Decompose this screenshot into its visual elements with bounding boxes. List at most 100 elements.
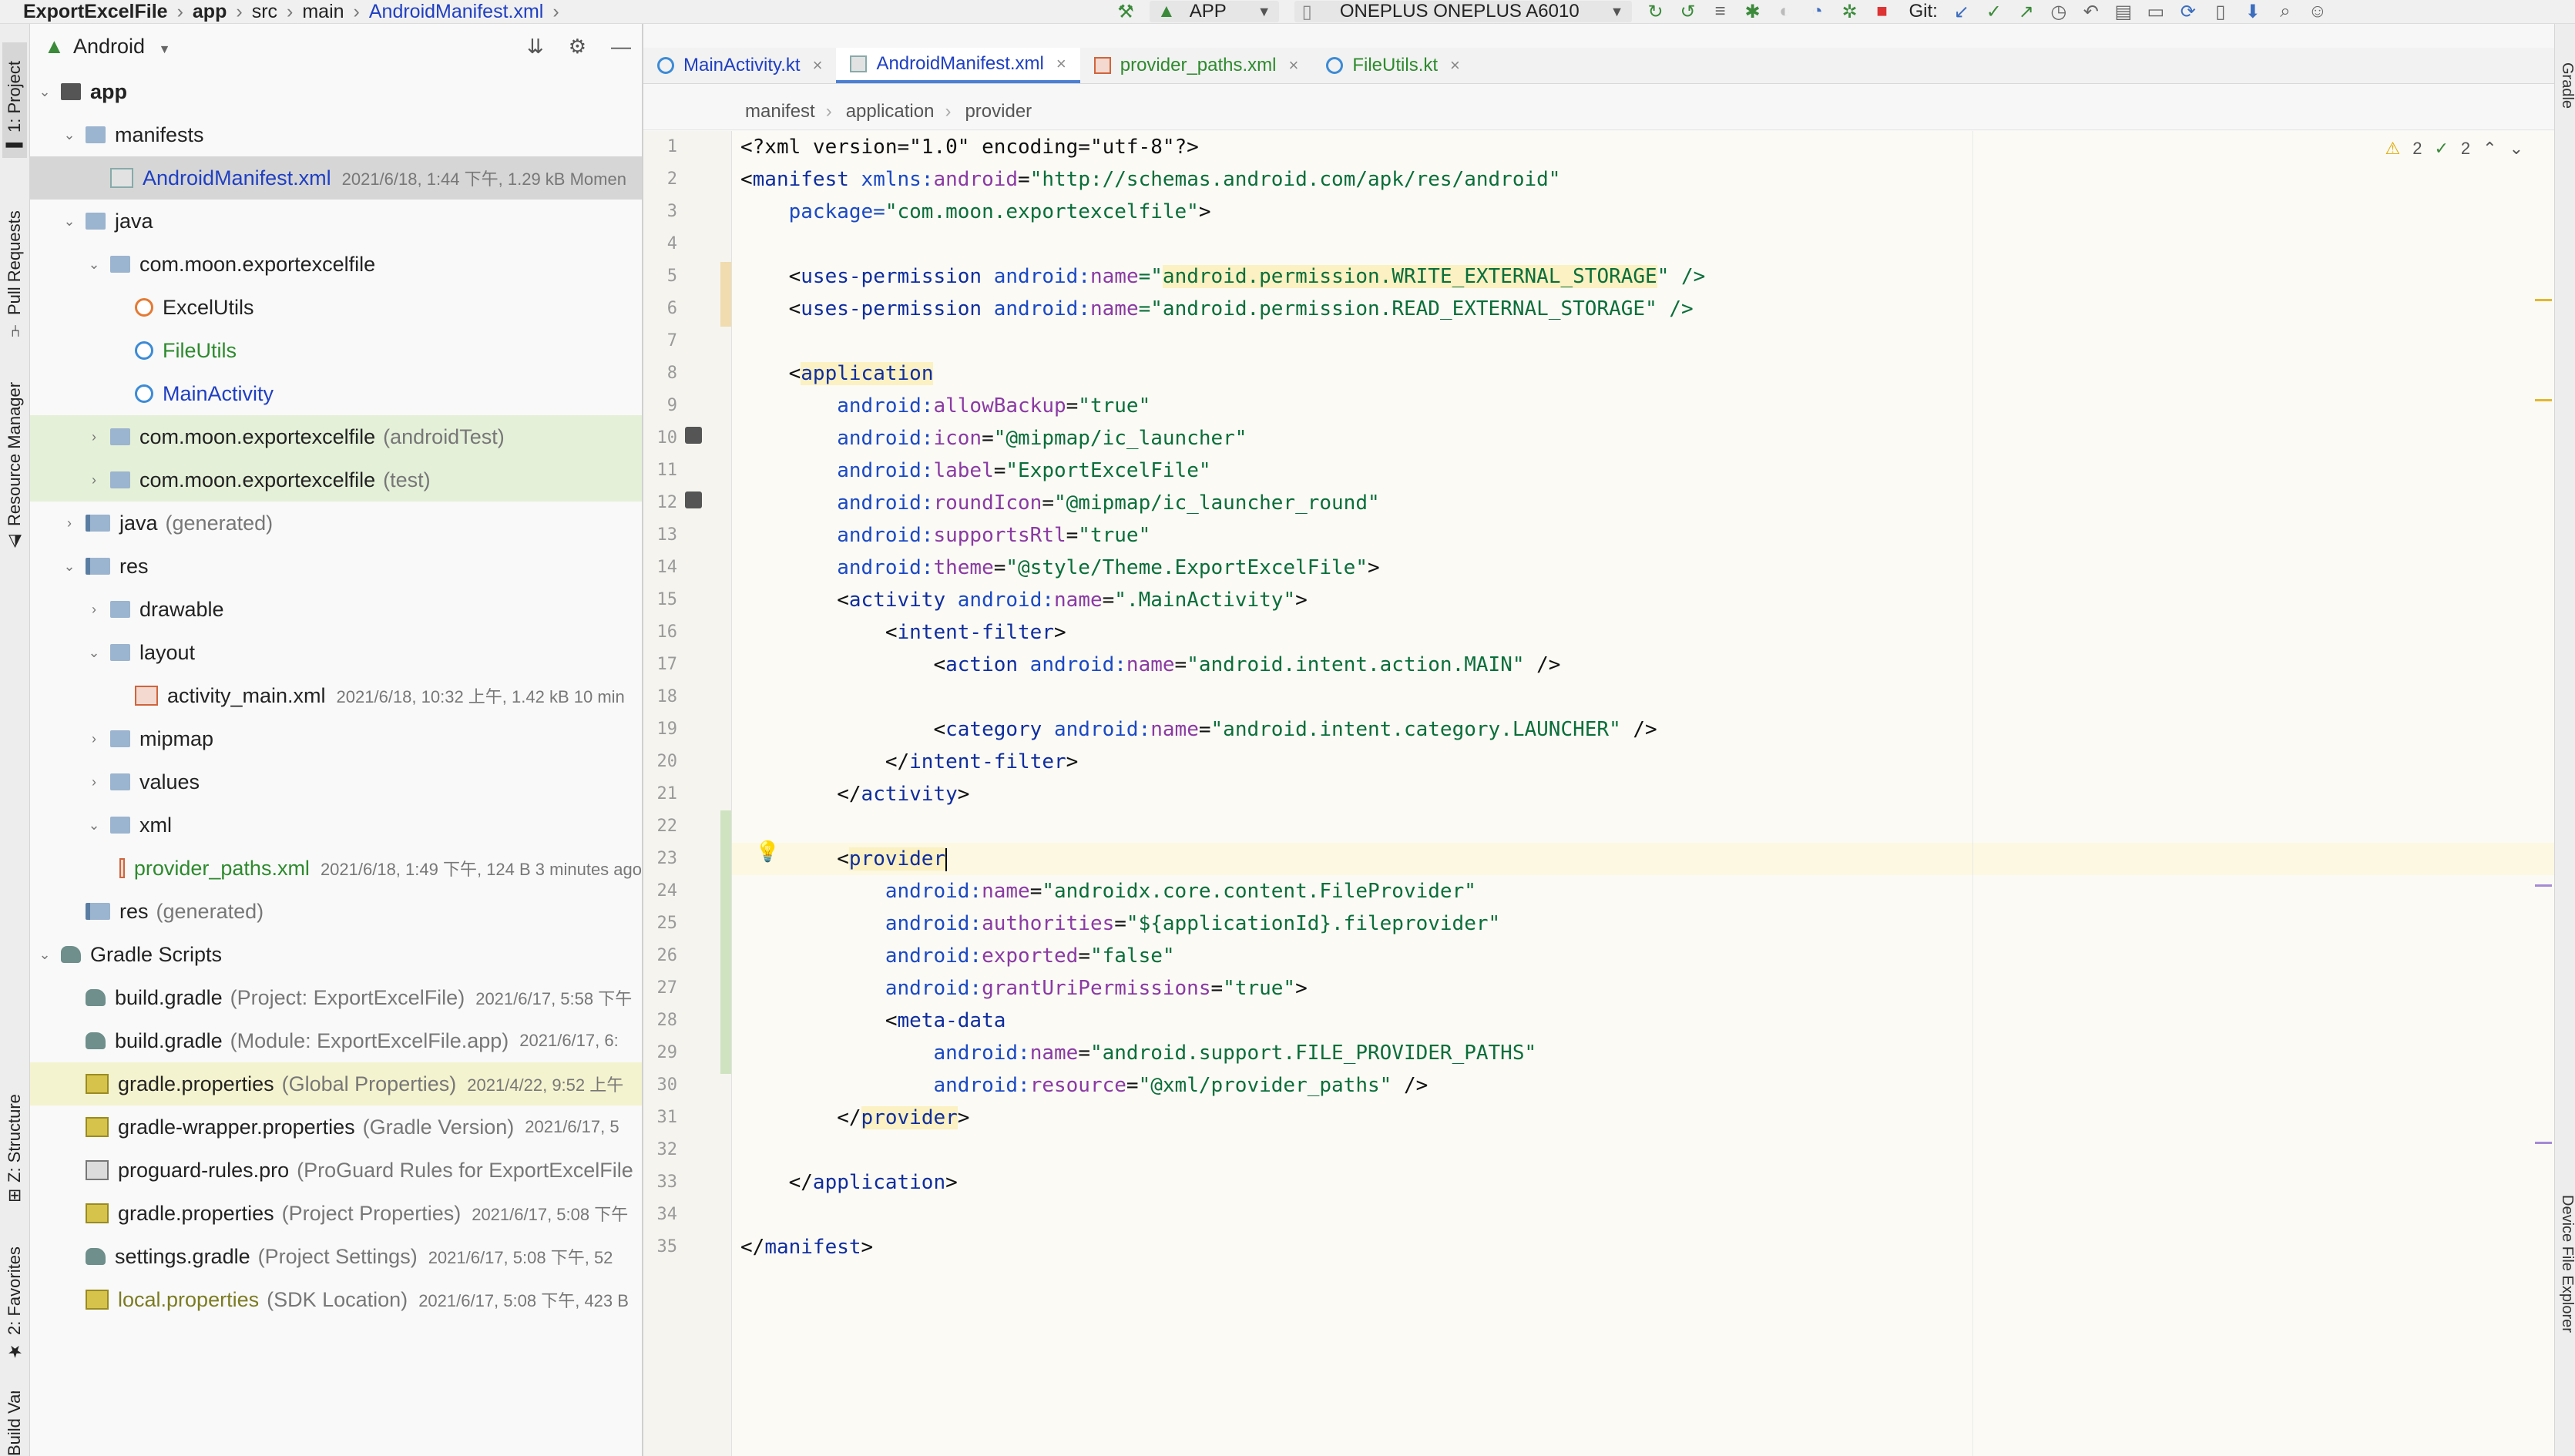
line-number[interactable]: 8 [643, 364, 677, 383]
search-icon[interactable]: ⌕ [2274, 1, 2297, 22]
chevron-down-icon[interactable]: ⌄ [2510, 139, 2523, 159]
tool-window-favorites[interactable]: ★ 2: Favorites [2, 1237, 27, 1360]
avatar[interactable]: ☺ [2306, 1, 2329, 22]
build-hammer-icon[interactable]: ⚒ [1114, 1, 1137, 22]
tree-node-gradle-wrapper[interactable]: gradle-wrapper.properties (Gradle Versio… [30, 1105, 642, 1149]
git-history-icon[interactable]: ◷ [2047, 1, 2070, 22]
line-number[interactable]: 24 [643, 881, 678, 901]
line-number[interactable]: 15 [643, 590, 678, 609]
expand-arrow-icon[interactable]: ⌄ [61, 559, 78, 575]
tree-node-layout[interactable]: ⌄ layout [30, 631, 642, 674]
line-number[interactable]: 11 [643, 461, 678, 480]
tree-node-local-properties[interactable]: local.properties (SDK Location) 2021/6/1… [30, 1278, 642, 1321]
git-rollback-icon[interactable]: ↶ [2080, 1, 2103, 22]
apply-code-changes-icon[interactable]: ≡ [1709, 1, 1732, 22]
tree-node-res-generated[interactable]: res (generated) [30, 890, 642, 933]
line-number[interactable]: 14 [643, 558, 678, 577]
tree-node-gradle-properties-global[interactable]: gradle.properties (Global Properties) 20… [30, 1062, 642, 1105]
tool-window-resource-manager[interactable]: ◭ Resource Manager [2, 371, 27, 552]
line-number[interactable]: 35 [643, 1237, 678, 1256]
tool-window-gradle[interactable]: Gradle [2555, 62, 2575, 155]
line-number[interactable]: 17 [643, 655, 678, 674]
expand-arrow-icon[interactable]: ⌄ [61, 213, 78, 230]
tree-node-xml[interactable]: ⌄ xml [30, 803, 642, 847]
line-number[interactable]: 26 [643, 946, 678, 965]
tree-node-excelutils[interactable]: ExcelUtils [30, 286, 642, 329]
breadcrumb-main[interactable]: main [302, 1, 344, 23]
tab-androidmanifest[interactable]: AndroidManifest.xml × [836, 48, 1080, 83]
warning-stripe-marker[interactable] [2535, 399, 2552, 401]
minimize-icon[interactable]: — [611, 35, 631, 59]
expand-arrow-icon[interactable]: ⌄ [61, 127, 78, 143]
line-number[interactable]: 4 [643, 234, 677, 253]
line-number[interactable]: 31 [643, 1108, 678, 1127]
device-select[interactable]: ▯ ONEPLUS ONEPLUS A6010 ▼ [1294, 1, 1632, 22]
breadcrumb-src[interactable]: src [252, 1, 277, 23]
chevron-up-icon[interactable]: ⌃ [2483, 139, 2496, 159]
tab-mainactivity[interactable]: MainActivity.kt × [643, 48, 836, 83]
tree-node-java-generated[interactable]: › java (generated) [30, 502, 642, 545]
breadcrumb-file[interactable]: AndroidManifest.xml [369, 1, 543, 23]
editor-crumb-application[interactable]: application [832, 101, 945, 122]
run-coverage-icon[interactable]: ◐ [1774, 1, 1797, 22]
expand-arrow-icon[interactable]: › [61, 515, 78, 532]
tool-window-build-variants[interactable]: Build Variants [2, 1391, 27, 1456]
device-manager-icon[interactable]: ▯ [2209, 1, 2232, 22]
project-structure-icon[interactable]: ▤ [2112, 1, 2135, 22]
line-number[interactable]: 13 [643, 525, 678, 545]
expand-arrow-icon[interactable]: ⌄ [86, 257, 102, 273]
editor-crumb-provider[interactable]: provider [951, 101, 1042, 122]
tab-fileutils[interactable]: FileUtils.kt × [1312, 48, 1474, 83]
line-number[interactable]: 22 [643, 817, 678, 836]
line-number[interactable]: 7 [643, 331, 677, 351]
expand-arrow-icon[interactable]: ⌄ [36, 84, 53, 100]
tree-node-fileutils[interactable]: FileUtils [30, 329, 642, 372]
tree-node-mipmap[interactable]: › mipmap [30, 717, 642, 760]
breadcrumb-project[interactable]: ExportExcelFile [23, 1, 168, 23]
stop-icon[interactable]: ■ [1871, 1, 1894, 22]
line-number[interactable]: 3 [643, 202, 677, 221]
tree-node-settings-gradle[interactable]: settings.gradle (Project Settings) 2021/… [30, 1235, 642, 1278]
tree-node-build-gradle-module[interactable]: build.gradle (Module: ExportExcelFile.ap… [30, 1019, 642, 1062]
code-editor[interactable]: 1 2 3 4 5 6 7 8 9 10 11 12 13 14 15 16 17 18 19 20 21 22 23 24 2… [643, 131, 2554, 1456]
tree-node-manifests[interactable]: ⌄ manifests [30, 113, 642, 156]
line-number[interactable]: 20 [643, 752, 678, 771]
run-config-select[interactable]: ▲ APP ▼ [1150, 1, 1279, 22]
line-number[interactable]: 23 [643, 849, 678, 868]
project-view-select[interactable]: Android ▼ [73, 35, 170, 59]
line-number[interactable]: 5 [643, 267, 677, 286]
line-number[interactable]: 12 [643, 493, 678, 512]
tree-node-build-gradle-project[interactable]: build.gradle (Project: ExportExcelFile) … [30, 976, 642, 1019]
line-number[interactable]: 34 [643, 1205, 678, 1224]
caret-row-marker[interactable] [2535, 884, 2552, 887]
line-number[interactable]: 18 [643, 687, 678, 706]
close-icon[interactable]: × [1450, 55, 1460, 75]
expand-arrow-icon[interactable]: › [86, 731, 102, 747]
image-preview-icon[interactable] [685, 427, 702, 444]
tree-node-gradle-scripts[interactable]: ⌄ Gradle Scripts [30, 933, 642, 976]
profile-icon[interactable]: ◔ [1806, 1, 1829, 22]
line-number[interactable]: 25 [643, 914, 678, 933]
expand-arrow-icon[interactable]: ⌄ [36, 947, 53, 963]
expand-arrow-icon[interactable]: › [86, 429, 102, 445]
vcs-modified-marker[interactable] [720, 262, 731, 327]
line-number[interactable]: 10 [643, 428, 678, 448]
close-icon[interactable]: × [1056, 54, 1066, 74]
tree-node-provider-paths[interactable]: provider_paths.xml 2021/6/18, 1:49 下午, 1… [30, 847, 642, 890]
sdk-manager-icon[interactable]: ⬇ [2241, 1, 2264, 22]
tree-node-gradle-properties-project[interactable]: gradle.properties (Project Properties) 2… [30, 1192, 642, 1235]
line-number[interactable]: 21 [643, 784, 678, 803]
tool-window-pull-requests[interactable]: ⑂ Pull Requests [2, 200, 27, 338]
avd-manager-icon[interactable]: ▭ [2144, 1, 2167, 22]
line-number[interactable]: 32 [643, 1140, 678, 1159]
tree-node-package[interactable]: ⌄ com.moon.exportexcelfile [30, 243, 642, 286]
editor-crumb-manifest[interactable]: manifest [643, 101, 826, 122]
collapse-all-icon[interactable]: ⇊ [527, 35, 544, 59]
tree-node-java[interactable]: ⌄ java [30, 200, 642, 243]
warning-stripe-marker[interactable] [2535, 299, 2552, 301]
line-number[interactable]: 1 [643, 137, 677, 156]
line-number[interactable]: 16 [643, 622, 678, 642]
close-icon[interactable]: × [1289, 55, 1299, 75]
line-number[interactable]: 33 [643, 1173, 678, 1192]
expand-arrow-icon[interactable]: ⌄ [86, 645, 102, 661]
